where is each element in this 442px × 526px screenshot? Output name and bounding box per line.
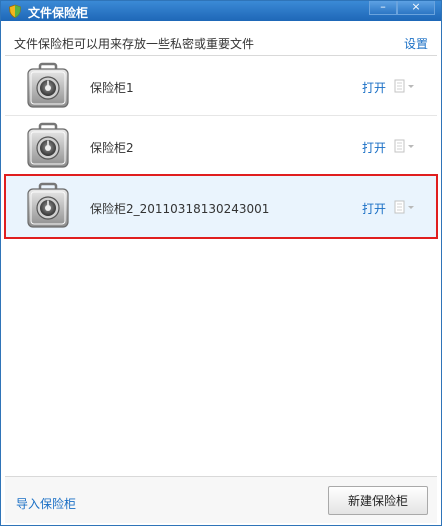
- description-text: 文件保险柜可以用来存放一些私密或重要文件: [14, 37, 255, 51]
- vault-list: 保险柜1 打开 保险柜2 打开 保险柜2_20110318130243001 打…: [4, 57, 438, 475]
- shield-icon: [9, 4, 21, 18]
- safe-icon: [23, 121, 73, 171]
- title-bar[interactable]: 文件保险柜 – ×: [1, 1, 441, 21]
- document-dropdown-icon[interactable]: [392, 138, 418, 154]
- vault-row-selected[interactable]: 保险柜2_20110318130243001 打开: [4, 174, 438, 239]
- import-vault-link[interactable]: 导入保险柜: [16, 495, 76, 512]
- safe-icon: [23, 181, 73, 231]
- footer: 导入保险柜 新建保险柜: [5, 476, 437, 523]
- close-button[interactable]: ×: [397, 1, 435, 15]
- open-vault-link[interactable]: 打开: [362, 200, 386, 217]
- file-vault-window: 文件保险柜 – × 文件保险柜可以用来存放一些私密或重要文件 设置 保险柜1 打…: [0, 0, 442, 526]
- settings-link[interactable]: 设置: [404, 35, 428, 52]
- header: 文件保险柜可以用来存放一些私密或重要文件 设置: [5, 27, 437, 56]
- document-dropdown-icon[interactable]: [392, 78, 418, 94]
- document-dropdown-icon[interactable]: [392, 199, 418, 215]
- safe-icon: [23, 61, 73, 111]
- vault-name: 保险柜2_20110318130243001: [90, 202, 270, 216]
- vault-name: 保险柜2: [90, 141, 134, 155]
- open-vault-link[interactable]: 打开: [362, 79, 386, 96]
- vault-row[interactable]: 保险柜1 打开: [5, 57, 437, 116]
- window-title: 文件保险柜: [28, 6, 89, 20]
- minimize-button[interactable]: –: [369, 1, 397, 15]
- vault-name: 保险柜1: [90, 81, 134, 95]
- vault-row[interactable]: 保险柜2 打开: [5, 117, 437, 176]
- new-vault-button[interactable]: 新建保险柜: [328, 486, 428, 515]
- open-vault-link[interactable]: 打开: [362, 139, 386, 156]
